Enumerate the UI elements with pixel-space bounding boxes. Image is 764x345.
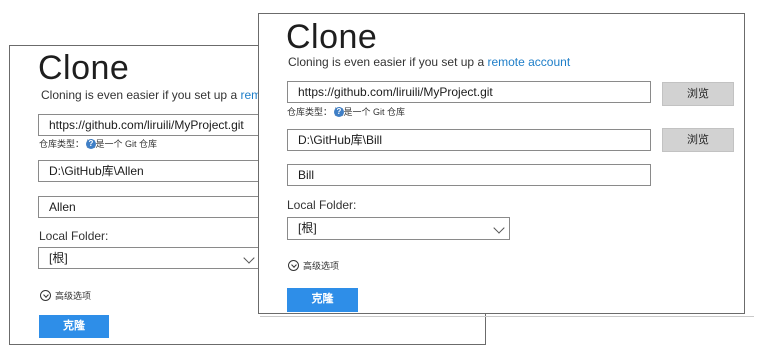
clone-button[interactable]: 克隆 [39, 315, 109, 338]
repo-type-hint: 仓库类型： 这是一个 Git 仓库 [287, 105, 405, 118]
local-folder-value: [根] [49, 251, 68, 265]
local-folder-value: [根] [298, 221, 317, 235]
divider [260, 316, 754, 317]
help-icon: ? [86, 139, 96, 149]
repo-type-text: 仓库类型： 这是一个 Git 仓库 [39, 139, 158, 149]
expand-circle-icon [288, 260, 299, 271]
expand-circle-icon [40, 290, 51, 301]
chevron-down-icon [493, 222, 505, 234]
advanced-options-toggle[interactable]: 高级选项 [288, 259, 339, 272]
local-folder-select[interactable]: [根] [287, 217, 510, 240]
local-folder-label: Local Folder: [287, 198, 357, 212]
repo-type-text: 仓库类型： 这是一个 Git 仓库 [287, 107, 406, 117]
advanced-options-toggle[interactable]: 高级选项 [40, 289, 91, 302]
repository-url-input[interactable]: https://github.com/liruili/MyProject.git [287, 81, 651, 103]
dialog-subtitle: Cloning is even easier if you set up a r… [288, 55, 570, 69]
subtitle-text: Cloning is even easier if you set up a [288, 55, 488, 69]
subtitle-text: Cloning is even easier if you set up a [41, 88, 241, 102]
repository-name-input[interactable]: Allen [38, 196, 268, 218]
clone-button[interactable]: 克隆 [287, 288, 358, 312]
local-path-input[interactable]: D:\GitHub库\Bill [287, 129, 651, 151]
repository-url-input[interactable]: https://github.com/liruili/MyProject.git [38, 114, 268, 136]
dialog-title: Clone [38, 49, 130, 87]
repository-name-input[interactable]: Bill [287, 164, 651, 186]
clone-dialog-front: Clone Cloning is even easier if you set … [258, 13, 745, 314]
browse-url-button[interactable]: 浏览 [662, 82, 734, 106]
advanced-options-label: 高级选项 [303, 261, 340, 271]
help-icon: ? [334, 107, 344, 117]
dialog-subtitle: Cloning is even easier if you set up a r… [41, 88, 268, 102]
chevron-down-icon [243, 252, 255, 264]
advanced-options-label: 高级选项 [55, 291, 92, 301]
local-folder-label: Local Folder: [39, 229, 109, 243]
local-path-input[interactable]: D:\GitHub库\Allen [38, 160, 268, 182]
browse-path-button[interactable]: 浏览 [662, 128, 734, 152]
repo-type-hint: 仓库类型： 这是一个 Git 仓库 [39, 137, 157, 150]
local-folder-select[interactable]: [根] [38, 247, 260, 269]
remote-account-link[interactable]: remote account [487, 55, 570, 69]
dialog-title: Clone [286, 18, 378, 56]
